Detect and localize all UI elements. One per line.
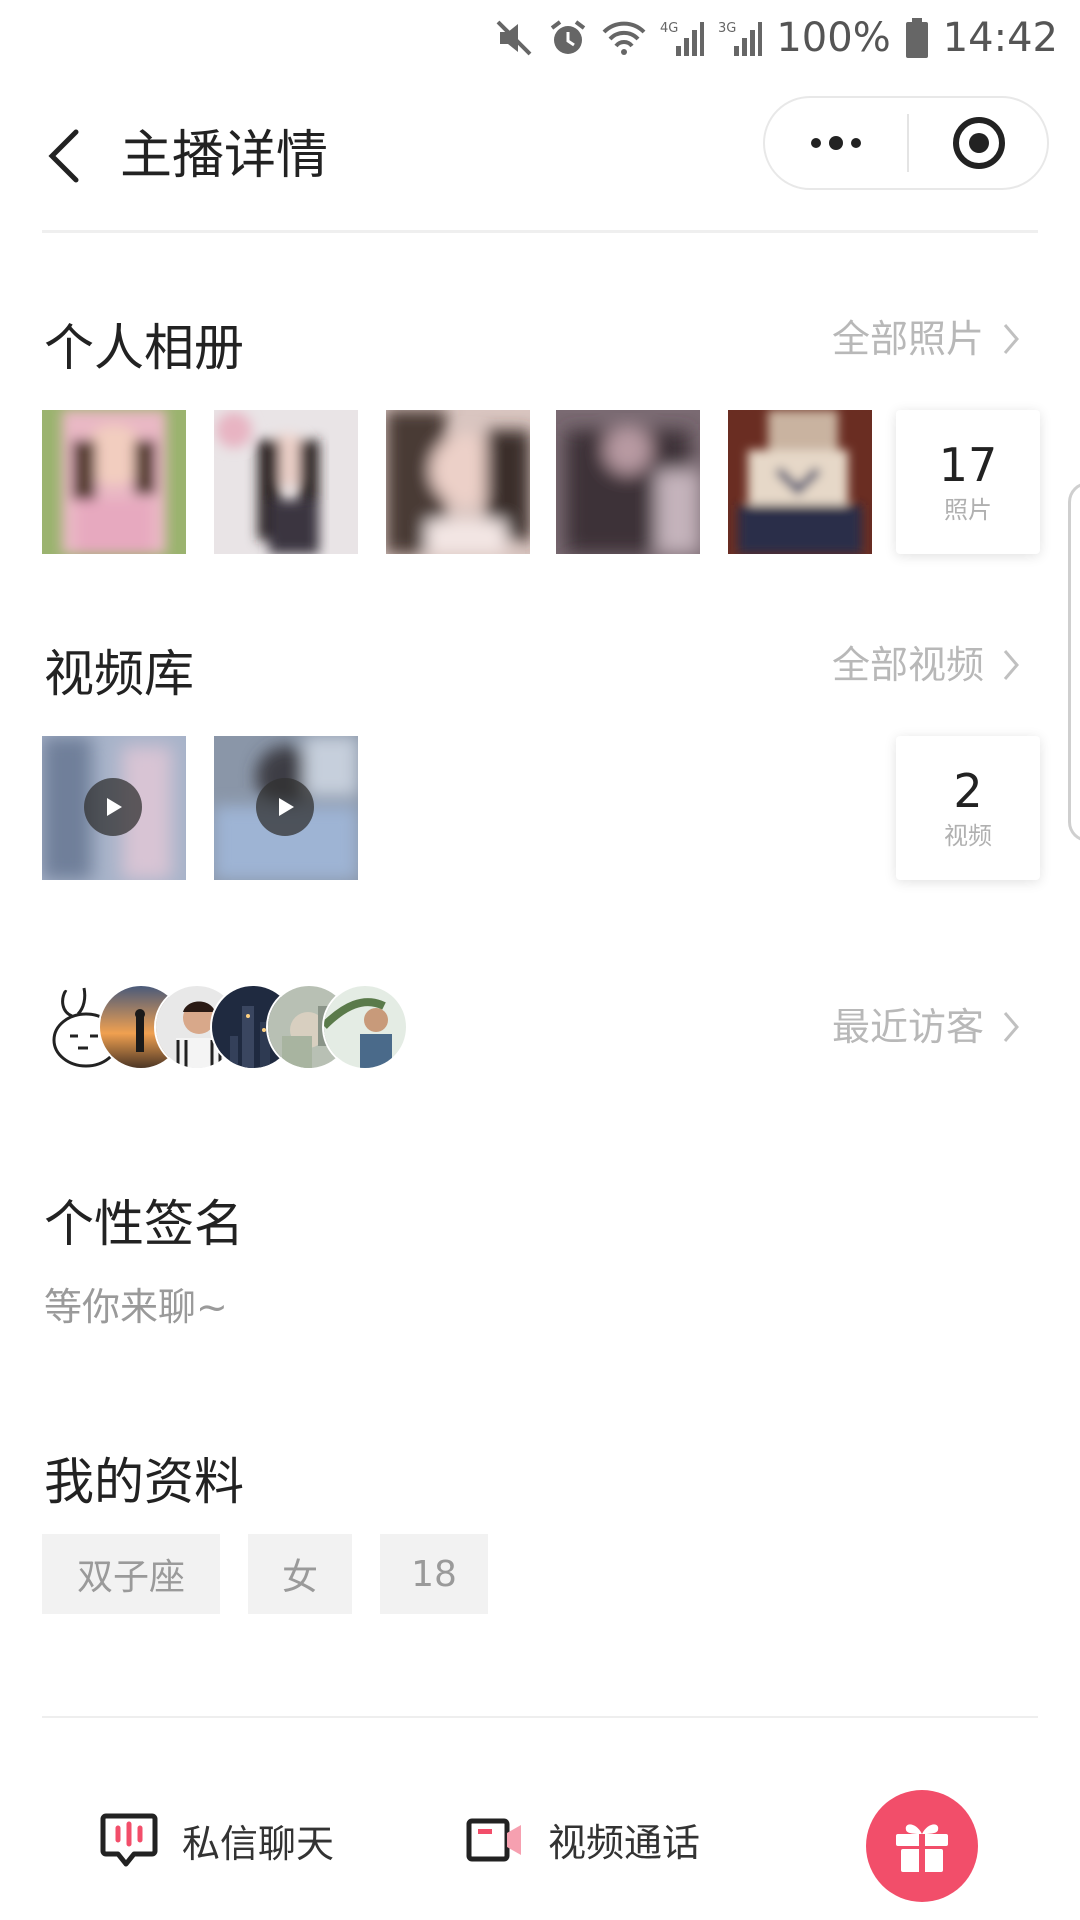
video-thumb-1[interactable] [42, 736, 186, 880]
back-arrow-icon [48, 129, 79, 183]
side-pull-handle[interactable] [1068, 482, 1080, 842]
chevron-right-icon [1003, 324, 1019, 354]
alarm-icon [551, 20, 586, 54]
status-bar: 4G 3G 100% 14:42 [0, 0, 1080, 80]
video-thumb-2[interactable] [214, 736, 358, 880]
album-photo-4[interactable] [556, 410, 700, 554]
back-button[interactable] [38, 116, 88, 196]
profile-title: 我的资料 [44, 1453, 244, 1511]
battery-percent: 100% [776, 15, 891, 61]
battery-icon [905, 18, 928, 58]
profile-tag-age: 18 [380, 1534, 488, 1614]
photo-count: 17 [938, 438, 998, 492]
page-title: 主播详情 [120, 126, 329, 186]
photo-image [214, 410, 358, 554]
mini-program-capsule [763, 96, 1049, 190]
video-camera-icon [466, 1818, 521, 1861]
more-button[interactable] [765, 98, 907, 188]
album-title: 个人相册 [44, 319, 244, 377]
all-photos-label: 全部照片 [831, 317, 984, 361]
all-videos-link[interactable]: 全部视频 [832, 640, 1020, 690]
videos-title: 视频库 [44, 645, 194, 703]
chevron-right-icon [1003, 1012, 1019, 1042]
chevron-right-icon [1003, 650, 1019, 680]
content-divider [42, 1716, 1038, 1718]
private-chat-label: 私信聊天 [182, 1821, 335, 1866]
clock: 14:42 [942, 15, 1058, 61]
album-photo-3[interactable] [386, 410, 530, 554]
album-photo-1[interactable] [42, 410, 186, 554]
all-videos-label: 全部视频 [831, 643, 984, 687]
bottom-action-bar: 私信聊天 视频通话 [0, 1772, 1080, 1920]
visitor-avatar [322, 984, 408, 1070]
photo-image [42, 410, 186, 554]
photo-count-card[interactable]: 17 照片 [896, 410, 1040, 554]
album-photo-5[interactable] [728, 410, 872, 554]
play-icon [107, 798, 122, 816]
recent-visitors-link[interactable]: 最近访客 [832, 1002, 1020, 1052]
signature-title: 个性签名 [44, 1195, 244, 1253]
video-count-card[interactable]: 2 视频 [896, 736, 1040, 880]
header-divider [42, 230, 1038, 233]
play-button[interactable] [84, 778, 142, 836]
more-dots-icon [811, 136, 861, 150]
album-photo-2[interactable] [214, 410, 358, 554]
chat-bubble-icon [100, 1813, 158, 1867]
gift-icon [896, 1824, 948, 1872]
profile-tag-gender: 女 [248, 1534, 352, 1614]
profile-tag-zodiac: 双子座 [42, 1534, 220, 1614]
video-count-label: 视频 [944, 822, 992, 850]
gift-button[interactable] [866, 1790, 978, 1902]
recent-visitors-label: 最近访客 [831, 1005, 984, 1049]
status-icons: 4G 3G 100% 14:42 [494, 8, 1058, 68]
mute-icon [496, 20, 532, 56]
all-photos-link[interactable]: 全部照片 [832, 314, 1020, 364]
play-icon [279, 798, 294, 816]
signature-text: 等你来聊~ [44, 1285, 228, 1329]
svg-text:3G: 3G [718, 21, 736, 36]
signal-3g-icon: 3G [718, 21, 763, 56]
photo-count-label: 照片 [944, 496, 992, 524]
video-call-button[interactable]: 视频通话 [466, 1812, 700, 1867]
nav-bar: 主播详情 [0, 80, 1080, 230]
svg-text:4G: 4G [660, 21, 678, 36]
wifi-icon [602, 21, 646, 55]
signal-4g-icon: 4G [660, 21, 705, 56]
target-close-icon [953, 117, 1005, 169]
close-button[interactable] [909, 98, 1049, 188]
play-button[interactable] [256, 778, 314, 836]
photo-image [556, 410, 700, 554]
photo-image [386, 410, 530, 554]
video-count: 2 [953, 764, 983, 818]
private-chat-button[interactable]: 私信聊天 [100, 1812, 334, 1868]
photo-image [728, 410, 872, 554]
video-call-label: 视频通话 [548, 1821, 701, 1865]
